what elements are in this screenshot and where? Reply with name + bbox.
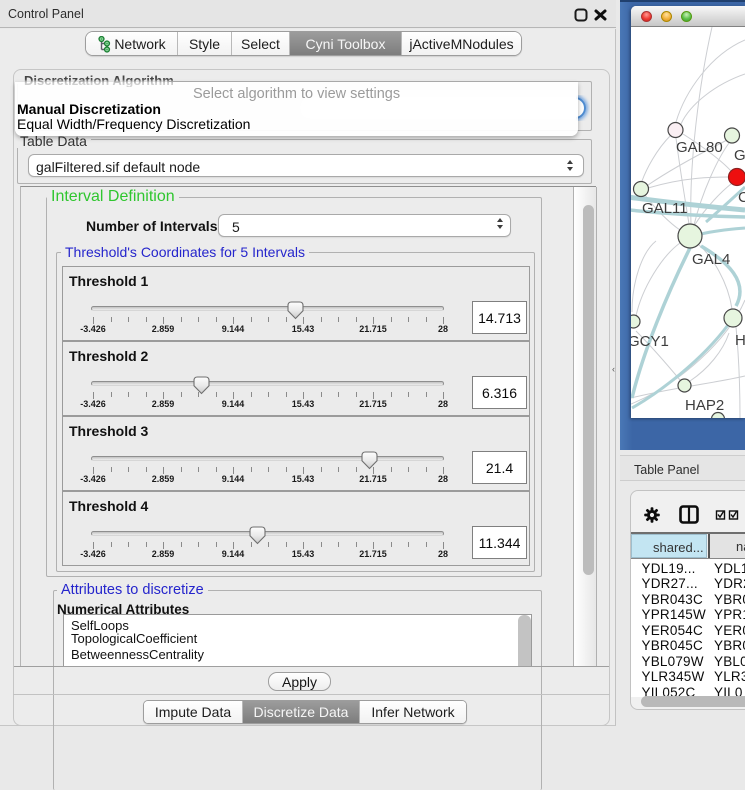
svg-text:H: H	[735, 332, 745, 349]
svg-text:C: C	[738, 189, 745, 206]
svg-text:GA: GA	[734, 147, 745, 164]
svg-text:GAL4: GAL4	[692, 251, 730, 268]
svg-text:GAL11: GAL11	[642, 200, 688, 217]
svg-text:GAL80: GAL80	[676, 139, 723, 156]
svg-text:GCY1: GCY1	[631, 333, 669, 350]
svg-text:HAP2: HAP2	[685, 397, 724, 414]
